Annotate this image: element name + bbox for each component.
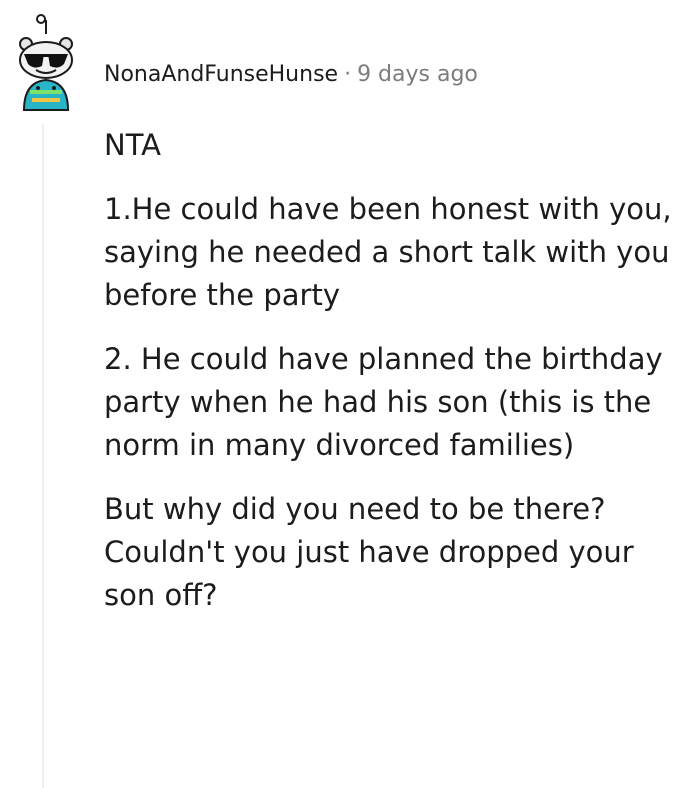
separator-dot: · xyxy=(344,62,352,87)
comment-header: NonaAndFunseHunse · 9 days ago xyxy=(104,60,478,90)
thread-collapse-line[interactable] xyxy=(42,124,44,788)
username-link[interactable]: NonaAndFunseHunse xyxy=(104,62,338,87)
comment: NonaAndFunseHunse · 9 days ago NTA 1.He co… xyxy=(0,0,700,788)
avatar[interactable] xyxy=(8,14,84,114)
timestamp-link[interactable]: 9 days ago xyxy=(357,62,478,87)
comment-paragraph: 1.He could have been honest with you, sa… xyxy=(104,192,672,312)
snoo-avatar-icon xyxy=(19,14,73,111)
comment-body: NTA 1.He could have been honest with you… xyxy=(104,124,694,617)
comment-paragraph: But why did you need to be there? Couldn… xyxy=(104,492,634,612)
comment-paragraph: NTA xyxy=(104,128,161,162)
comment-paragraph: 2. He could have planned the birthday pa… xyxy=(104,342,663,462)
